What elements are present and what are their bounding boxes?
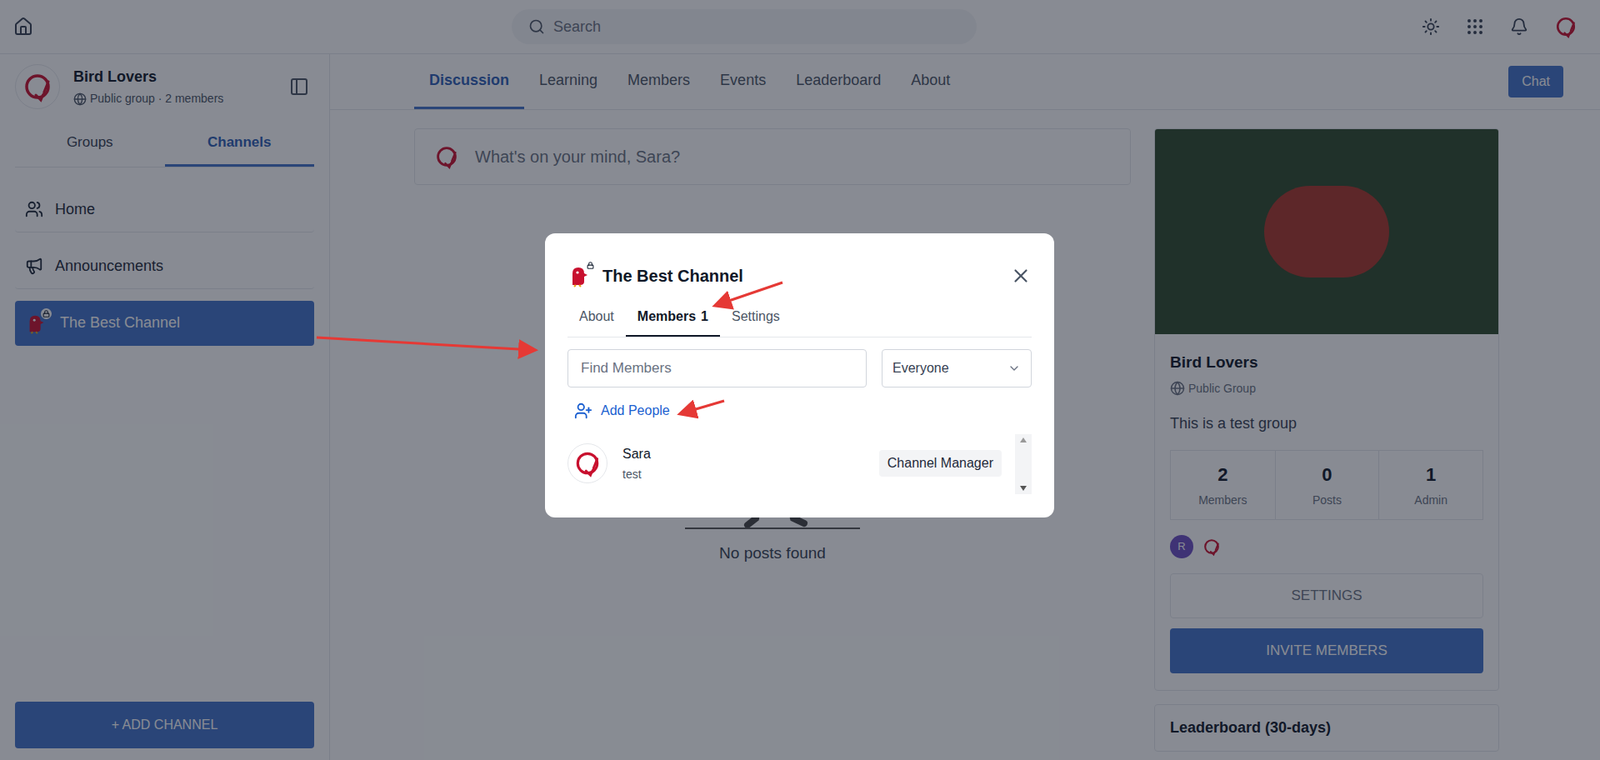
modal-tab[interactable]: About [567, 300, 626, 337]
add-user-icon [574, 401, 593, 420]
find-members-field[interactable]: Find Members [567, 349, 867, 388]
scroll-down-icon[interactable] [1020, 485, 1027, 491]
modal-tab[interactable]: Members1 [625, 300, 720, 337]
modal-channel-icon [567, 263, 593, 289]
modal-tab[interactable]: Settings [720, 300, 792, 337]
scrollbar[interactable] [1015, 434, 1032, 495]
role-filter[interactable]: Everyone [881, 349, 1032, 388]
member-list: SaratestChannel Manager [567, 434, 1032, 495]
role-badge: Channel Manager [879, 450, 1002, 477]
close-icon[interactable] [1010, 265, 1032, 287]
chevron-down-icon [1007, 361, 1021, 375]
lock-badge [585, 260, 596, 271]
lock-icon [586, 261, 595, 270]
annotation-arrows [0, 0, 1600, 760]
member-row[interactable]: SaratestChannel Manager [567, 434, 1015, 493]
scroll-up-icon[interactable] [1020, 437, 1027, 443]
member-avatar-icon [572, 448, 603, 479]
channel-modal: The Best Channel AboutMembers1Settings Fin… [545, 233, 1055, 518]
add-people-button[interactable]: Add People [567, 400, 1032, 421]
modal-title: The Best Channel [602, 263, 1000, 289]
modal-tabs: AboutMembers1Settings [567, 300, 1032, 338]
app: SearchBird LoversPublic group · 2 member… [0, 0, 1600, 760]
